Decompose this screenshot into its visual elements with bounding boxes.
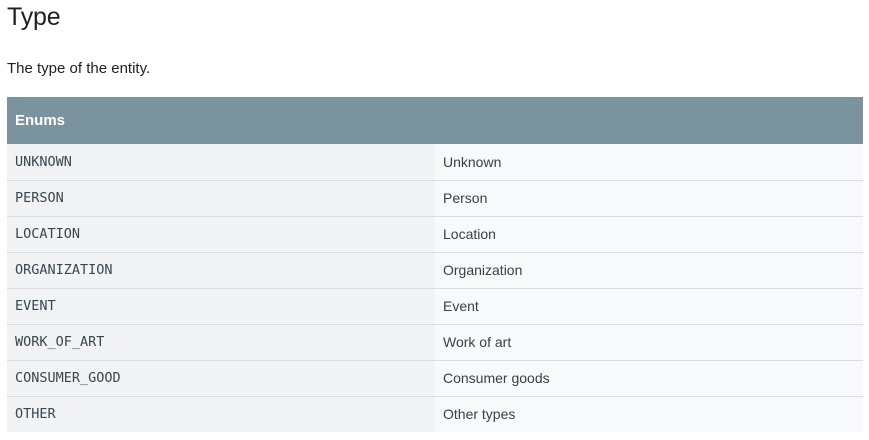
page: Type The type of the entity. Enums UNKNO… [0, 0, 869, 440]
enum-name: WORK_OF_ART [7, 324, 435, 361]
enum-name: PERSON [7, 180, 435, 217]
enum-name: LOCATION [7, 216, 435, 253]
enum-description: Person [435, 180, 863, 217]
enum-name: EVENT [7, 288, 435, 325]
enum-description: Organization [435, 252, 863, 289]
table-row: UNKNOWN Unknown [7, 144, 863, 181]
table-row: PERSON Person [7, 180, 863, 217]
enum-description: Consumer goods [435, 360, 863, 397]
enum-description: Event [435, 288, 863, 325]
enum-description: Work of art [435, 324, 863, 361]
table-row: LOCATION Location [7, 216, 863, 253]
table-row: EVENT Event [7, 288, 863, 325]
enum-name: OTHER [7, 396, 435, 432]
enums-table: Enums UNKNOWN Unknown PERSON Person LOCA… [7, 97, 863, 432]
enum-name: ORGANIZATION [7, 252, 435, 289]
table-header: Enums [7, 97, 863, 144]
table-row: WORK_OF_ART Work of art [7, 324, 863, 361]
enum-description: Location [435, 216, 863, 253]
table-row: CONSUMER_GOOD Consumer goods [7, 360, 863, 397]
page-title: Type [7, 3, 61, 31]
enum-description: Unknown [435, 144, 863, 181]
table-row: ORGANIZATION Organization [7, 252, 863, 289]
page-description: The type of the entity. [7, 60, 151, 77]
enum-description: Other types [435, 396, 863, 432]
table-row: OTHER Other types [7, 396, 863, 432]
table-header-row: Enums [7, 97, 863, 144]
enum-name: UNKNOWN [7, 144, 435, 181]
enum-name: CONSUMER_GOOD [7, 360, 435, 397]
